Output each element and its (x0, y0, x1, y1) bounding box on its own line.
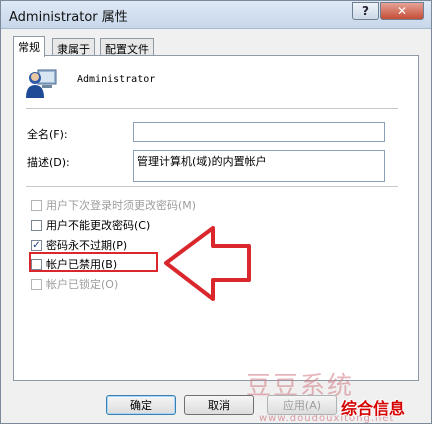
ok-button[interactable]: 确定 (106, 395, 176, 415)
checkbox-cannot-change-password[interactable]: 用户不能更改密码(C) (31, 217, 150, 233)
checkbox-box[interactable] (31, 199, 42, 211)
checkbox-must-change-password[interactable]: 用户下次登录时须更改密码(M) (31, 197, 196, 213)
title-bar[interactable]: Administrator 属性 ? ✕ (1, 1, 431, 29)
tab-general[interactable]: 常规 (13, 36, 45, 57)
tab-member-of[interactable]: 隶属于 (52, 38, 95, 56)
apply-button[interactable]: 应用(A) (267, 395, 337, 415)
highlight-box (29, 252, 158, 272)
separator (26, 108, 398, 109)
window-title: Administrator 属性 (9, 10, 128, 25)
checkbox-box[interactable] (31, 278, 42, 290)
username-label: Administrator (77, 74, 156, 85)
description-label: 描述(D): (27, 156, 70, 169)
checkbox-box[interactable] (31, 219, 42, 231)
corner-badge: 综合信息 (341, 399, 406, 418)
close-icon: ✕ (396, 4, 408, 18)
checkbox-label: 用户下次登录时须更改密码(M) (46, 199, 197, 212)
tab-profile[interactable]: 配置文件 (100, 38, 154, 56)
arrow-icon (164, 226, 251, 301)
fullname-input[interactable] (133, 122, 385, 142)
checkbox-label: 密码永不过期(P) (46, 239, 128, 252)
help-button[interactable]: ? (352, 2, 379, 20)
general-tab-panel: Administrator 全名(F): 描述(D): 管理计算机(域)的内置帐… (13, 55, 419, 424)
checkbox-box[interactable]: ✓ (31, 239, 42, 251)
properties-dialog: Administrator 属性 ? ✕ 常规 隶属于 配置文件 Adminis… (0, 0, 432, 424)
checkbox-label: 帐户已锁定(O) (46, 278, 119, 291)
checkbox-password-never-expires[interactable]: ✓ 密码永不过期(P) (31, 237, 127, 253)
description-input[interactable]: 管理计算机(域)的内置帐户 (133, 150, 385, 182)
fullname-label: 全名(F): (27, 128, 68, 141)
help-icon: ? (362, 4, 369, 18)
user-icon (26, 69, 57, 98)
close-button[interactable]: ✕ (380, 2, 424, 20)
separator (26, 186, 398, 187)
checkbox-label: 用户不能更改密码(C) (46, 219, 151, 232)
cancel-button[interactable]: 取消 (184, 395, 254, 415)
checkbox-account-locked[interactable]: 帐户已锁定(O) (31, 276, 118, 292)
